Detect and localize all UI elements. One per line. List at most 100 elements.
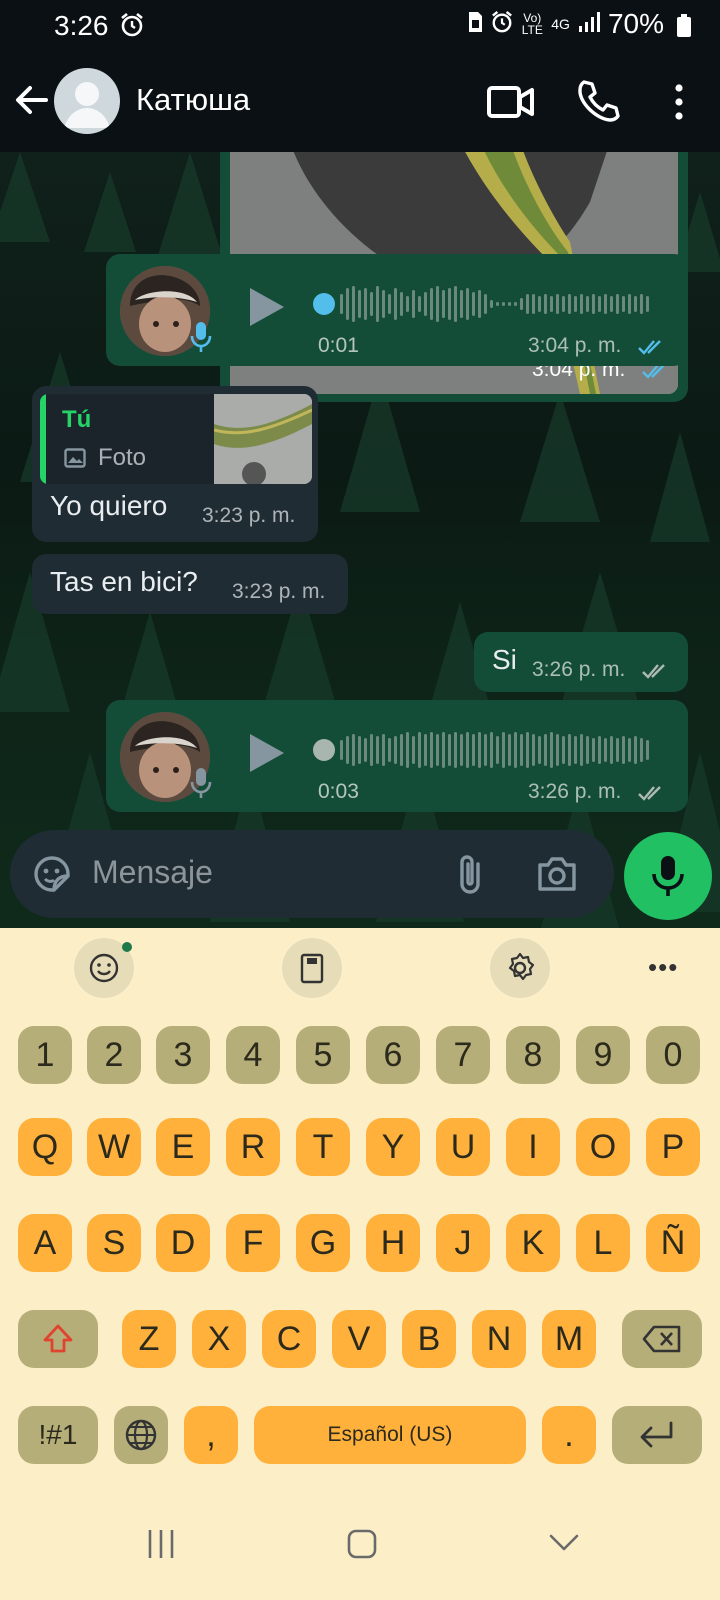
alarm-status-icon <box>491 10 513 39</box>
key-3[interactable]: 3 <box>156 1026 210 1084</box>
key-x[interactable]: X <box>192 1310 246 1368</box>
comma-key[interactable]: , <box>184 1406 238 1464</box>
emoji-icon[interactable] <box>74 938 134 998</box>
attach-icon[interactable] <box>456 852 486 901</box>
language-globe-key[interactable] <box>114 1406 168 1464</box>
mic-icon <box>190 320 212 359</box>
sticker-icon[interactable] <box>32 854 72 899</box>
key-enie[interactable]: Ñ <box>646 1214 700 1272</box>
phone-call-icon[interactable] <box>576 78 622 124</box>
notification-dot <box>122 942 132 952</box>
key-i[interactable]: I <box>506 1118 560 1176</box>
key-e[interactable]: E <box>156 1118 210 1176</box>
mic-icon <box>190 766 212 805</box>
composer: Mensaje <box>0 820 720 928</box>
symbols-key[interactable]: !#1 <box>18 1406 98 1464</box>
key-p[interactable]: P <box>646 1118 700 1176</box>
home-icon[interactable] <box>346 1528 378 1565</box>
key-f[interactable]: F <box>226 1214 280 1272</box>
record-voice-button[interactable] <box>624 832 712 920</box>
key-2[interactable]: 2 <box>87 1026 141 1084</box>
more-options-icon[interactable] <box>664 82 694 122</box>
alarm-icon <box>120 12 144 43</box>
message-time: 3:04 p. m. <box>528 334 622 357</box>
read-ticks-icon <box>638 338 668 361</box>
recent-apps-icon[interactable] <box>146 1528 176 1565</box>
key-n[interactable]: N <box>472 1310 526 1368</box>
quote-type: Foto <box>98 444 147 471</box>
message-time: 3:26 p. m. <box>532 658 626 681</box>
voice-message-outgoing[interactable]: 0:01 3:04 p. m. <box>106 254 688 366</box>
video-call-icon[interactable] <box>486 80 536 124</box>
message-input[interactable]: Mensaje <box>10 830 614 918</box>
sim-icon <box>467 11 483 38</box>
key-l[interactable]: L <box>576 1214 630 1272</box>
key-v[interactable]: V <box>332 1310 386 1368</box>
more-tools-icon[interactable]: ••• <box>648 952 678 983</box>
message-placeholder[interactable]: Mensaje <box>92 854 213 891</box>
key-4[interactable]: 4 <box>226 1026 280 1084</box>
message-text: Si <box>492 644 517 675</box>
key-j[interactable]: J <box>436 1214 490 1272</box>
key-5[interactable]: 5 <box>296 1026 350 1084</box>
key-a[interactable]: A <box>18 1214 72 1272</box>
status-indicators: Vo) LTE 4G 70% <box>467 8 691 40</box>
key-u[interactable]: U <box>436 1118 490 1176</box>
contact-name[interactable]: Катюша <box>136 82 250 118</box>
key-6[interactable]: 6 <box>366 1026 420 1084</box>
back-icon[interactable] <box>548 1532 580 1559</box>
key-w[interactable]: W <box>87 1118 141 1176</box>
key-8[interactable]: 8 <box>506 1026 560 1084</box>
chat-area[interactable]: 3:04 p. m. 0:01 3:04 p. m. Tú Foto Yo qu… <box>0 152 720 930</box>
key-c[interactable]: C <box>262 1310 316 1368</box>
key-h[interactable]: H <box>366 1214 420 1272</box>
key-d[interactable]: D <box>156 1214 210 1272</box>
contact-avatar[interactable] <box>54 68 120 134</box>
key-k[interactable]: K <box>506 1214 560 1272</box>
voice-message-outgoing[interactable]: 0:03 3:26 p. m. <box>106 700 688 812</box>
clipboard-icon[interactable] <box>282 938 342 998</box>
play-icon[interactable] <box>244 284 288 335</box>
key-g[interactable]: G <box>296 1214 350 1272</box>
reply-message-incoming[interactable]: Tú Foto Yo quiero 3:23 p. m. <box>32 386 318 542</box>
message-time: 3:23 p. m. <box>202 504 296 527</box>
key-9[interactable]: 9 <box>576 1026 630 1084</box>
key-q[interactable]: Q <box>18 1118 72 1176</box>
backspace-key[interactable] <box>622 1310 702 1368</box>
key-b[interactable]: B <box>402 1310 456 1368</box>
key-s[interactable]: S <box>87 1214 141 1272</box>
text-message-incoming[interactable]: Tas en bici? 3:23 p. m. <box>32 554 348 614</box>
chat-header: Катюша <box>0 52 720 152</box>
key-0[interactable]: 0 <box>646 1026 700 1084</box>
back-arrow-icon[interactable] <box>12 80 56 124</box>
key-t[interactable]: T <box>296 1118 350 1176</box>
text-message-outgoing[interactable]: Si 3:26 p. m. <box>474 632 688 692</box>
play-icon[interactable] <box>244 730 288 781</box>
shift-key[interactable] <box>18 1310 98 1368</box>
quote-author: Tú <box>62 406 92 433</box>
keyboard-settings-icon[interactable] <box>490 938 550 998</box>
period-key[interactable]: . <box>542 1406 596 1464</box>
key-o[interactable]: O <box>576 1118 630 1176</box>
message-time: 3:26 p. m. <box>528 780 622 803</box>
message-time: 3:23 p. m. <box>232 580 326 603</box>
delivered-ticks-icon <box>638 784 668 807</box>
key-y[interactable]: Y <box>366 1118 420 1176</box>
voice-duration: 0:03 <box>318 780 359 803</box>
key-7[interactable]: 7 <box>436 1026 490 1084</box>
key-m[interactable]: M <box>542 1310 596 1368</box>
quoted-message[interactable]: Tú Foto <box>40 394 312 484</box>
volte-indicator: Vo) LTE <box>521 11 543 37</box>
space-key[interactable]: Español (US) <box>254 1406 526 1464</box>
enter-key[interactable] <box>612 1406 702 1464</box>
message-text: Tas en bici? <box>50 566 198 597</box>
battery-level: 70% <box>607 8 664 39</box>
key-z[interactable]: Z <box>122 1310 176 1368</box>
camera-icon[interactable] <box>536 854 578 899</box>
network-type: 4G <box>551 16 570 32</box>
waveform[interactable] <box>312 728 664 772</box>
key-r[interactable]: R <box>226 1118 280 1176</box>
waveform[interactable] <box>312 282 664 326</box>
image-icon <box>64 448 86 473</box>
key-1[interactable]: 1 <box>18 1026 72 1084</box>
